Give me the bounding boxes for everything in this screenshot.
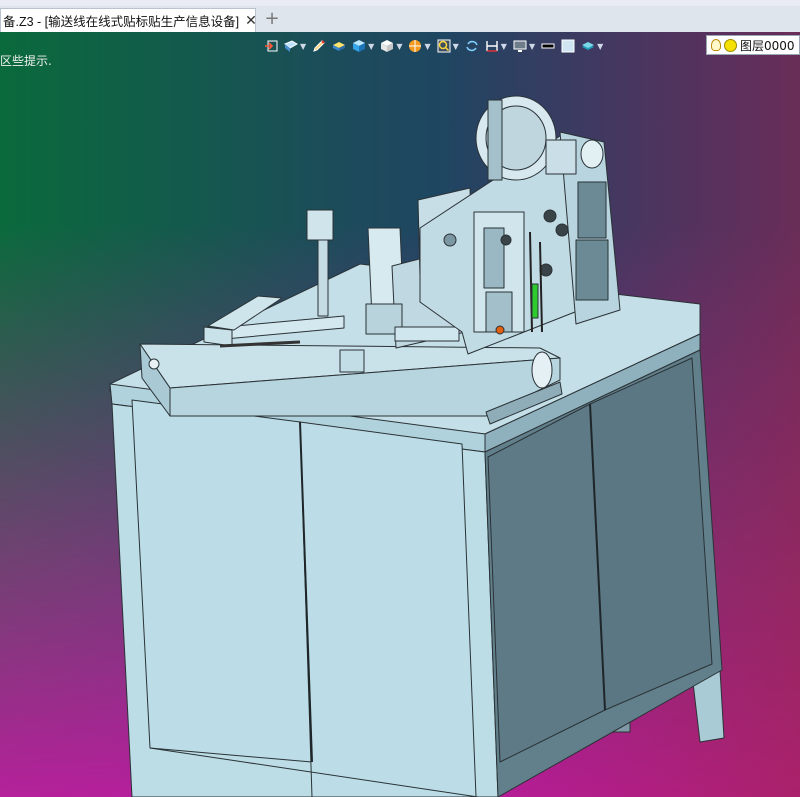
layer-selector[interactable]: 图层0000 xyxy=(706,35,800,55)
dimension-button[interactable]: ▼ xyxy=(483,35,509,57)
exit-sketch-icon xyxy=(264,39,278,53)
document-tab-title: 备.Z3 - [输送线在线式贴标贴生产信息设备] xyxy=(3,15,240,29)
zoom-button[interactable]: ▼ xyxy=(435,35,461,57)
line-color-icon xyxy=(541,39,555,53)
lightbulb-icon xyxy=(711,39,721,51)
sphere-icon xyxy=(408,39,422,53)
layer-stack-icon xyxy=(581,39,595,53)
machine-model xyxy=(109,95,725,797)
shaded-solid-icon xyxy=(332,39,346,53)
new-tab-button[interactable]: + xyxy=(262,9,282,29)
document-tab[interactable]: 备.Z3 - [输送线在线式贴标贴生产信息设备] ✕ xyxy=(0,8,256,32)
3d-viewport[interactable]: 区些提示. ▼ ▼ ▼ ▼ ▼ ▼ ▼ ▼ 图层0000 xyxy=(0,32,800,797)
pen-button[interactable] xyxy=(310,35,328,57)
chevron-down-icon: ▼ xyxy=(424,41,431,51)
render-mode-icon xyxy=(284,39,298,53)
layer-color-icon xyxy=(724,38,737,52)
status-prompt: 区些提示. xyxy=(0,54,52,68)
render-mode-button[interactable]: ▼ xyxy=(282,35,308,57)
line-color-button[interactable] xyxy=(539,35,557,57)
background-color-icon xyxy=(561,39,575,53)
dimension-icon xyxy=(485,39,499,53)
chevron-down-icon: ▼ xyxy=(368,41,375,51)
display-icon xyxy=(513,39,527,53)
view-toolbar: ▼ ▼ ▼ ▼ ▼ ▼ ▼ ▼ xyxy=(262,34,605,58)
chevron-down-icon: ▼ xyxy=(300,41,307,51)
exit-sketch-button[interactable] xyxy=(262,35,280,57)
box-button[interactable]: ▼ xyxy=(350,35,376,57)
chevron-down-icon: ▼ xyxy=(500,41,507,51)
display-button[interactable]: ▼ xyxy=(511,35,537,57)
layer-stack-button[interactable]: ▼ xyxy=(579,35,605,57)
layer-label: 图层0000 xyxy=(740,38,795,53)
chevron-down-icon: ▼ xyxy=(396,41,403,51)
zoom-icon xyxy=(437,39,451,53)
tab-bar: 备.Z3 - [输送线在线式贴标贴生产信息设备] ✕ + xyxy=(0,6,800,33)
chevron-down-icon: ▼ xyxy=(528,41,536,51)
chevron-down-icon: ▼ xyxy=(452,41,459,51)
pen-icon xyxy=(312,39,326,53)
rotate-button[interactable] xyxy=(463,35,481,57)
sphere-button[interactable]: ▼ xyxy=(406,35,432,57)
close-tab-icon[interactable]: ✕ xyxy=(245,13,255,29)
rotate-icon xyxy=(465,39,479,53)
chevron-down-icon: ▼ xyxy=(597,41,604,51)
box-icon xyxy=(352,39,366,53)
cube-button[interactable]: ▼ xyxy=(378,35,404,57)
cube-icon xyxy=(380,39,394,53)
shaded-solid-button[interactable] xyxy=(330,35,348,57)
background-color-button[interactable] xyxy=(559,35,577,57)
